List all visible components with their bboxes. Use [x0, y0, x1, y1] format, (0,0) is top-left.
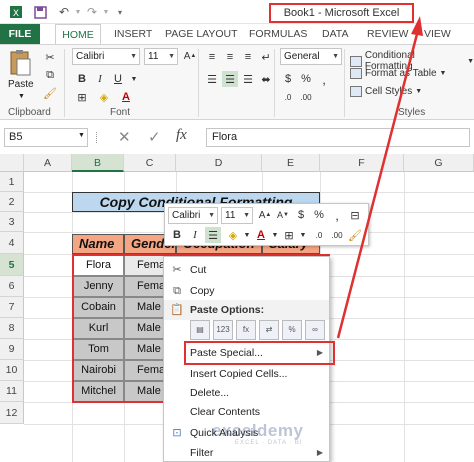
annotation-arrow-head	[411, 16, 423, 36]
annotation-arrow	[336, 16, 423, 339]
watermark-tagline: EXCEL · DATA · BI	[235, 440, 303, 446]
annotation-arrow-line	[336, 33, 419, 339]
watermark-brand: exceldemy	[212, 421, 304, 440]
